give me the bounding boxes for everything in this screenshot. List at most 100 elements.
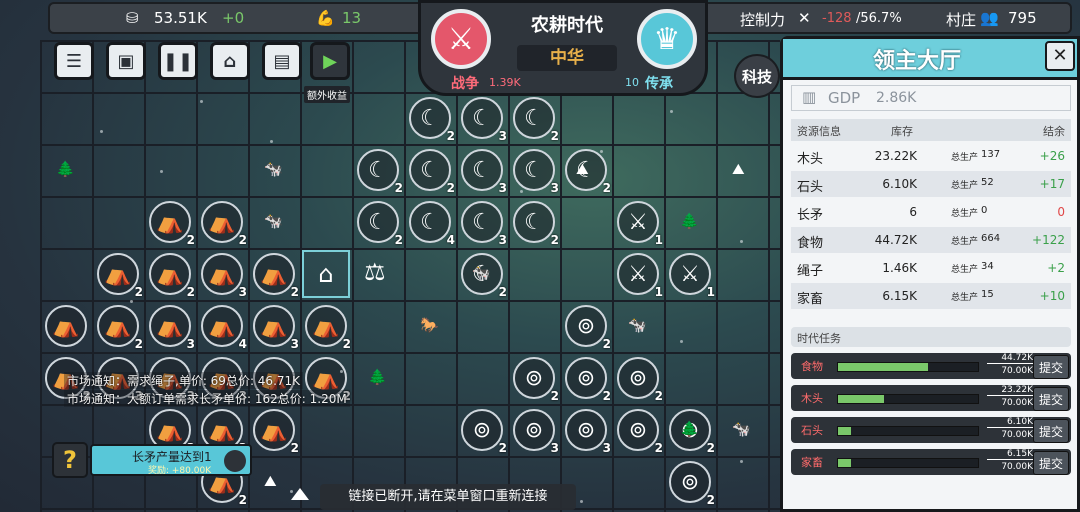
tent-tile[interactable]: ⛺ 2	[253, 409, 299, 455]
triangle-up-icon[interactable]	[290, 486, 310, 500]
farm-tile[interactable]: ☾ 2	[357, 149, 403, 195]
task-current: 44.72K	[987, 353, 1033, 364]
tent-tile[interactable]: ⛺ 2	[97, 305, 143, 351]
farm-tile[interactable]: ☾ 2	[409, 97, 455, 143]
cow-icon[interactable]: 🐄	[472, 264, 491, 282]
extra-income-button[interactable]: ▶	[310, 42, 350, 80]
task-progress-bar	[837, 394, 979, 404]
spear-tile[interactable]: ⚔ 1	[669, 253, 715, 299]
resource-row: 长矛 6 总生产 0 0	[791, 199, 1071, 225]
tile-level: 2	[342, 337, 351, 351]
tent-tile[interactable]: ⛺ 4	[201, 305, 247, 351]
tree-icon[interactable]: 🌲	[680, 420, 699, 438]
farm-tile[interactable]: ☾ 4	[409, 201, 455, 247]
spear-tile[interactable]: ⚔ 1	[617, 253, 663, 299]
grid-line	[456, 40, 458, 512]
tent-tile[interactable]: ⛺3	[149, 305, 195, 351]
rope-tile[interactable]: ⊚ 2	[461, 409, 507, 455]
snowflake	[100, 130, 103, 133]
tile-level: 2	[602, 389, 611, 403]
farm-tile[interactable]: ☾ 2	[513, 97, 559, 143]
rope-tile[interactable]: ⊚ 2	[617, 409, 663, 455]
farm-tile[interactable]: ☾ 2	[409, 149, 455, 195]
menu-button[interactable]: ☰	[54, 42, 94, 80]
grid-line	[716, 40, 718, 512]
tile-level: 2	[654, 441, 663, 455]
tent-tile[interactable]: ⛺ 2	[201, 201, 247, 247]
legacy-medal[interactable]: ♛	[637, 9, 697, 69]
tree-icon[interactable]: 🌲	[368, 368, 387, 386]
rope-tile[interactable]: ⊚ 2	[669, 461, 715, 507]
spear-tile[interactable]: ⚔ 1	[617, 201, 663, 247]
horse-icon[interactable]: 🐎	[420, 316, 439, 334]
war-medal[interactable]: ⚔	[431, 9, 491, 69]
rope-tile[interactable]: ⊚ 2	[513, 357, 559, 403]
farm-tile[interactable]: ☾ 3	[461, 97, 507, 143]
farm-tile[interactable]: ☾ 3	[461, 149, 507, 195]
tent-tile[interactable]: ⛺3	[201, 253, 247, 299]
farm-tile[interactable]: ☾ 2	[357, 201, 403, 247]
task-submit-button[interactable]: 提交	[1033, 355, 1069, 379]
cow-icon[interactable]: 🐄	[732, 420, 751, 438]
grid-line	[92, 40, 94, 512]
rope-tile[interactable]: ⊚ 3	[565, 409, 611, 455]
resource-prod-label: 总生产	[951, 153, 979, 163]
farm-tile[interactable]: ☾ 3	[513, 149, 559, 195]
pause-button[interactable]: ❚❚	[158, 42, 198, 80]
rope-tile[interactable]: ⊚ 3	[513, 409, 559, 455]
task-submit-button[interactable]: 提交	[1033, 419, 1069, 443]
muscle-icon: 💪	[316, 9, 335, 27]
tile-level: 1	[706, 285, 715, 299]
rope-tile[interactable]: ⊚ 2	[617, 357, 663, 403]
tent-tile[interactable]: ⛺ 2	[253, 253, 299, 299]
scythe-icon: ☾	[420, 157, 440, 183]
help-button[interactable]: ?	[52, 442, 88, 478]
task-submit-button[interactable]: 提交	[1033, 451, 1069, 475]
tech-button[interactable]: 科技	[734, 54, 780, 98]
grid-line	[40, 352, 780, 354]
resource-prod: 15	[981, 289, 994, 300]
map-grid[interactable]: ☾ 2 ☾ 3 ☾ 2 ☾ 2 ☾ 2 ☾ 3 ☾ 3 ☾ 2 ⛺ 2 ⛺ 2 ☾ 2 ☾ 4 ☾ 3 ☾ 2 ⚔ 1 ⛺ 2 ⛺ 2 ⛺ 3 ⛺ 2 ☾ 2…	[40, 40, 780, 512]
tree-icon[interactable]: 🌲	[56, 160, 75, 178]
rope-tile[interactable]: ⊚ 2	[565, 305, 611, 351]
cow-icon[interactable]: 🐄	[264, 212, 283, 230]
book-button[interactable]: ▤	[262, 42, 302, 80]
market-scale-icon[interactable]: ⚖	[364, 258, 386, 286]
resource-stock: 23.22K	[874, 149, 917, 163]
farm-tile[interactable]: ☾ 3	[461, 201, 507, 247]
tile-level: 2	[134, 337, 143, 351]
tree-icon[interactable]: 🌲	[680, 212, 699, 230]
tent-tile[interactable]: ⛺ 2	[149, 201, 195, 247]
grid-line	[560, 40, 562, 512]
town-hall-tile[interactable]: ⌂	[302, 250, 350, 298]
tent-tile[interactable]: ⛺3	[253, 305, 299, 351]
rope-tile[interactable]: ⊚ 2	[565, 357, 611, 403]
tent-tile[interactable]: ⛺ 2	[149, 253, 195, 299]
mountain-icon[interactable]: ⛰	[576, 160, 589, 178]
tile-level: 3	[186, 337, 195, 351]
era-task-row: 食物 44.72K 70.00K 提交	[791, 353, 1071, 379]
tent-tile[interactable]: ⛺ 2	[305, 305, 351, 351]
civ-name: 中华	[517, 45, 617, 71]
tile-level: 3	[498, 181, 507, 195]
mountain-icon[interactable]: ⛰	[732, 160, 745, 178]
close-button[interactable]: ✕	[1045, 41, 1075, 71]
task-progress-fill	[838, 363, 928, 371]
resource-prod-label: 总生产	[951, 237, 979, 247]
cow-icon[interactable]: 🐄	[264, 160, 283, 178]
town-hall-icon: ⌂	[318, 260, 334, 288]
tent-tile[interactable]: ⛺	[45, 305, 87, 347]
task-submit-button[interactable]: 提交	[1033, 387, 1069, 411]
farm-tile[interactable]: ☾ 2	[513, 201, 559, 247]
cow-icon[interactable]: 🐄	[628, 316, 647, 334]
lord-hall-panel: 领主大厅 ✕ ▥ GDP 2.86K 资源信息 库存 结余 木头 23.22K 总生…	[780, 36, 1080, 512]
tent-tile[interactable]: ⛺ 2	[97, 253, 143, 299]
hall-button[interactable]: ⌂	[210, 42, 250, 80]
tile-level: 3	[550, 181, 559, 195]
era-tasks-label: 时代任务	[797, 332, 841, 345]
quest-box[interactable]: 长矛产量达到1 奖励: +80.00K	[90, 444, 252, 476]
grid-line	[612, 40, 614, 512]
mountain-icon[interactable]: ⛰	[264, 472, 277, 490]
resource-prod: 137	[981, 149, 1001, 160]
inventory-button[interactable]: ▣	[106, 42, 146, 80]
